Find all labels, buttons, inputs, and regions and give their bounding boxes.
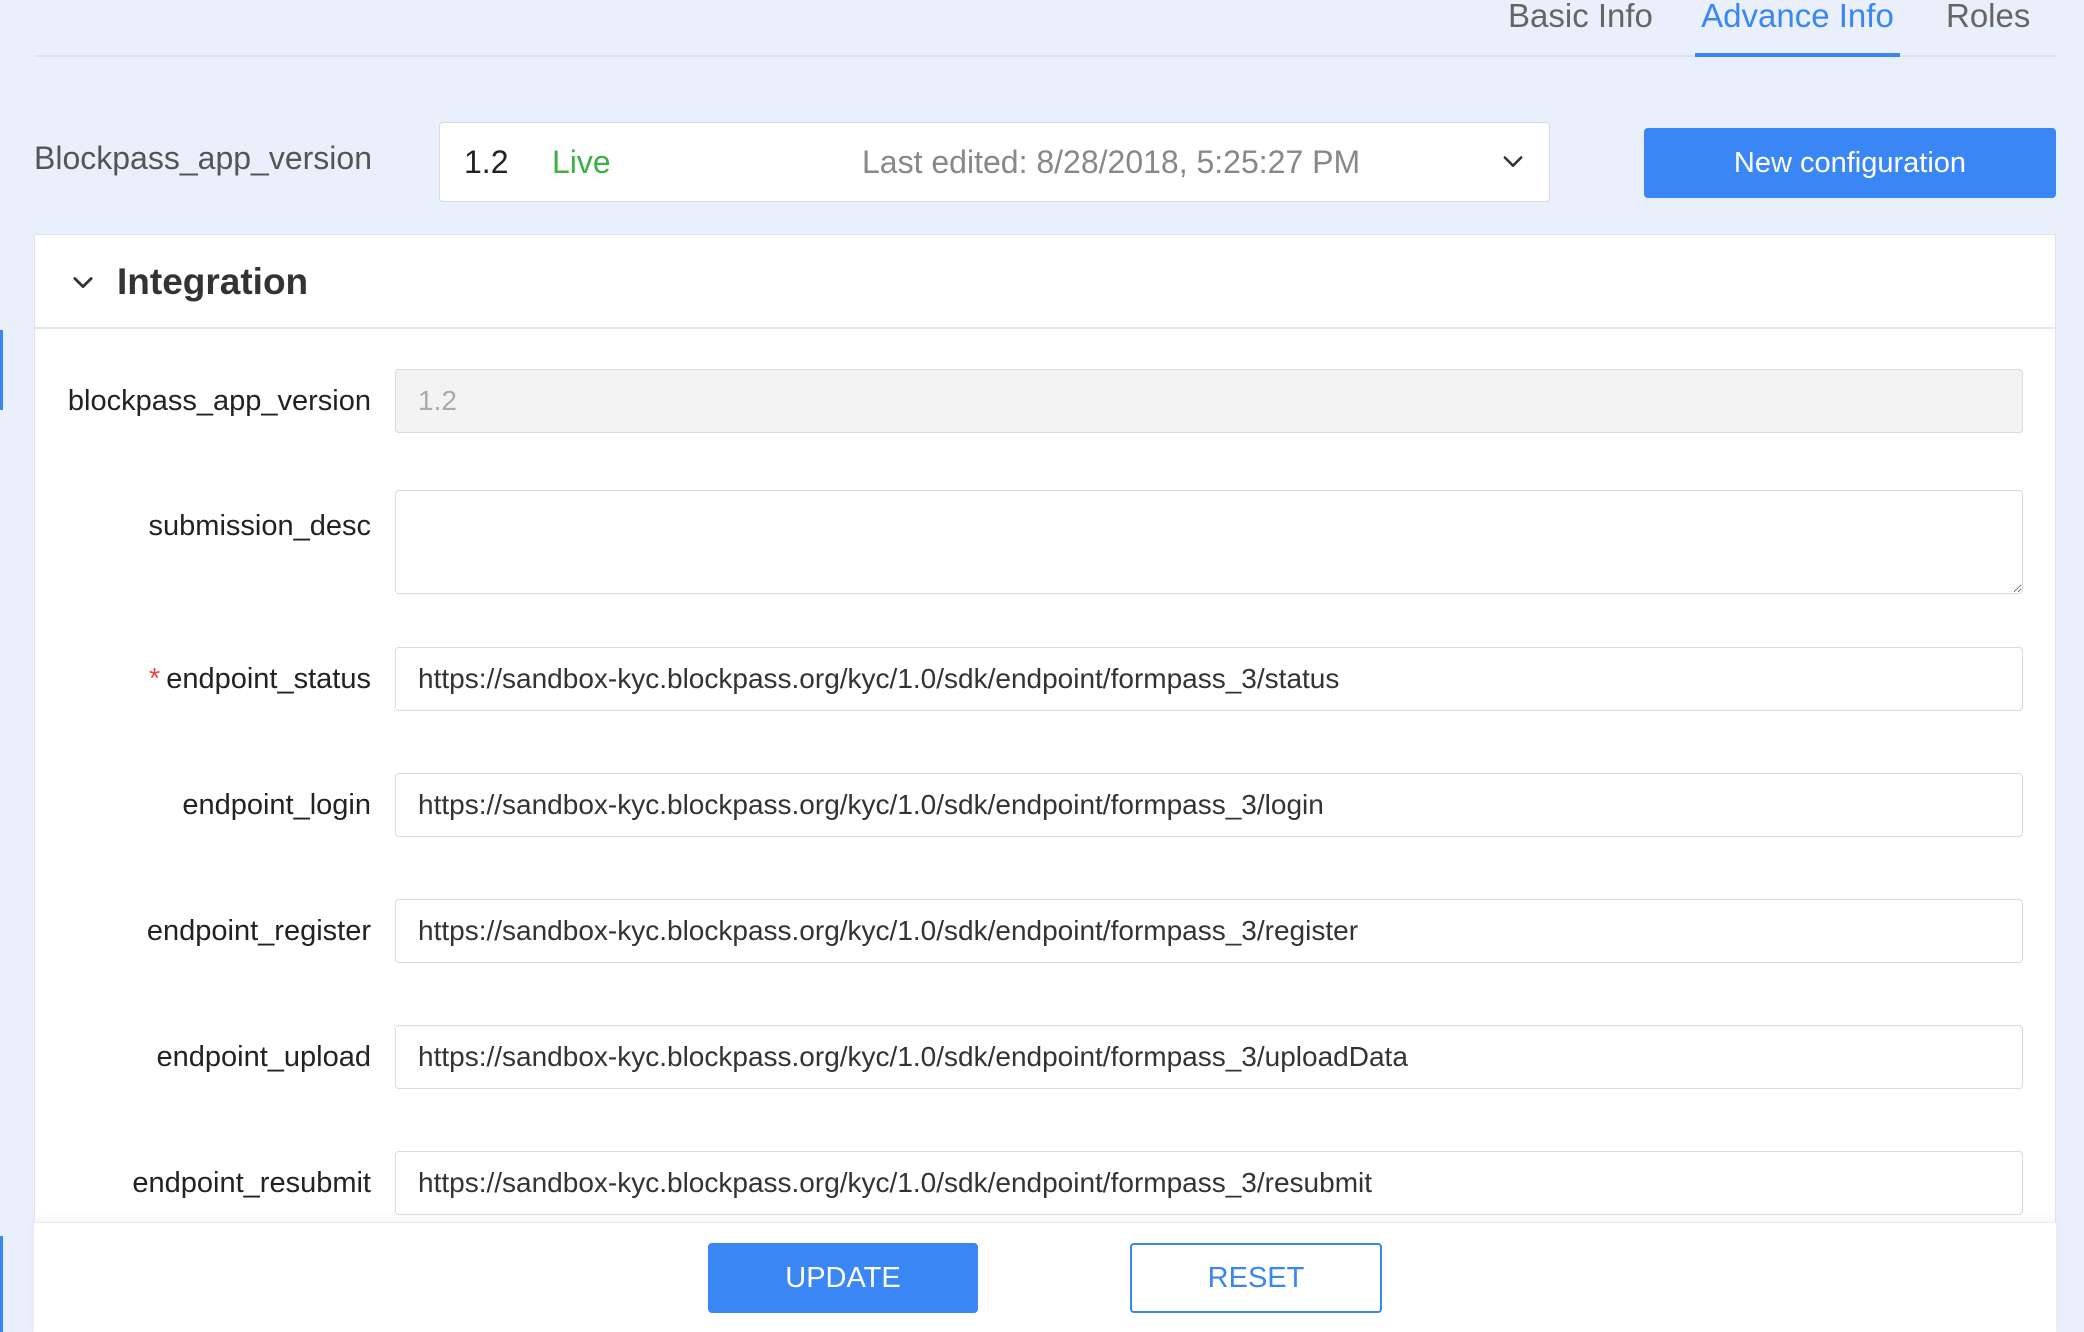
- tab-basic-info[interactable]: Basic Info: [1508, 0, 1653, 57]
- endpoint-resubmit-input[interactable]: [395, 1151, 2023, 1215]
- version-status-badge: Live: [552, 144, 611, 180]
- field-label-submission-desc: submission_desc: [148, 510, 371, 542]
- update-button[interactable]: UPDATE: [708, 1243, 978, 1313]
- version-label: Blockpass_app_version: [34, 140, 372, 176]
- chevron-down-icon: [73, 277, 93, 289]
- blockpass-app-version-input: [395, 369, 2023, 433]
- required-marker: *: [148, 663, 161, 695]
- panel-title: Integration: [117, 261, 309, 302]
- endpoint-login-input[interactable]: [395, 773, 2023, 837]
- left-edge-accent: [0, 1236, 3, 1332]
- field-label-endpoint-status: * endpoint_status: [149, 663, 371, 696]
- selected-version: 1.2: [464, 144, 509, 180]
- version-select[interactable]: 1.2 Live Last edited: 8/28/2018, 5:25:27…: [439, 122, 1550, 202]
- new-configuration-button[interactable]: New configuration: [1644, 128, 2056, 198]
- last-edited-text: Last edited: 8/28/2018, 5:25:27 PM: [862, 144, 1361, 180]
- reset-button[interactable]: RESET: [1130, 1243, 1382, 1313]
- tab-advance-info[interactable]: Advance Info: [1695, 0, 1900, 57]
- field-label-endpoint-login: endpoint_login: [182, 789, 371, 821]
- endpoint-register-input[interactable]: [395, 899, 2023, 963]
- tab-roles[interactable]: Roles: [1946, 0, 2030, 57]
- integration-panel-header[interactable]: Integration: [35, 235, 2055, 329]
- endpoint-status-input[interactable]: [395, 647, 2023, 711]
- submission-desc-textarea[interactable]: [395, 490, 2023, 594]
- tab-bar: Basic Info Advance Info Roles: [34, 0, 2057, 57]
- field-label-endpoint-upload: endpoint_upload: [156, 1041, 371, 1073]
- field-label-endpoint-resubmit: endpoint_resubmit: [132, 1167, 371, 1199]
- integration-panel: Integration blockpass_app_version submis…: [34, 234, 2056, 1332]
- endpoint-upload-input[interactable]: [395, 1025, 2023, 1089]
- form-actions-bar: UPDATE RESET: [34, 1222, 2056, 1332]
- field-label-blockpass-app-version: blockpass_app_version: [67, 385, 371, 417]
- left-edge-accent: [0, 330, 3, 410]
- field-label-text: endpoint_status: [166, 663, 371, 695]
- field-label-endpoint-register: endpoint_register: [146, 915, 371, 947]
- chevron-down-icon: [1503, 156, 1523, 167]
